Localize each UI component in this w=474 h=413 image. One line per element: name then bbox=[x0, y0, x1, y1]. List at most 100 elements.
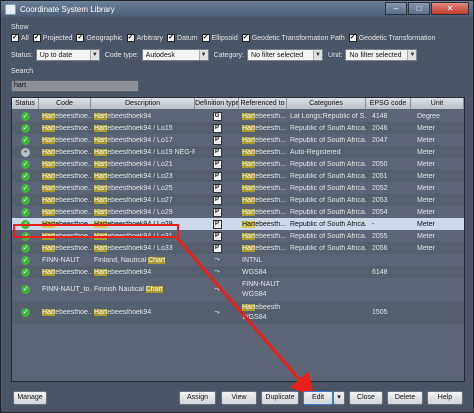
filter-checkbox-geodetic-transformation-path[interactable]: ✓ Geodetic Transformation Path bbox=[241, 34, 345, 42]
checkbox-icon[interactable]: ✓ bbox=[241, 34, 250, 42]
filter-checkbox-all[interactable]: ✓ All bbox=[11, 34, 29, 42]
filter-checkbox-ellipsoid[interactable]: ✓ Ellipsoid bbox=[201, 34, 238, 42]
epsg-cell: 2051 bbox=[366, 173, 411, 180]
edit-button[interactable]: Edit bbox=[303, 391, 333, 405]
code-text: ebeesthoe... bbox=[55, 160, 91, 168]
checkmark-icon: ✓ bbox=[21, 135, 30, 145]
coordinate-system-library-dialog: Coordinate System Library – □ ✕ Show ✓ Al… bbox=[0, 0, 474, 413]
epsg-cell: 2050 bbox=[366, 161, 411, 168]
table-row[interactable]: ✓ Hartebeesthoe... Hartebeesthoek94 / Lo23… bbox=[12, 170, 464, 182]
checkmark-icon: ✓ bbox=[21, 183, 30, 193]
table-row[interactable]: ✓ Hartebeesthoe... Hartebeesthoek94 ⤳ WGS84 6… bbox=[12, 266, 464, 278]
search-match: Hart bbox=[42, 309, 56, 316]
code-cell: Hartebeesthoe... bbox=[39, 112, 91, 120]
table-body: ✓ Hartebeesthoe... Hartebeesthoek94 G Harteb… bbox=[12, 110, 464, 324]
search-match: Hart bbox=[242, 244, 256, 252]
status-cell: ✓ bbox=[12, 183, 39, 193]
unit-text: Meter bbox=[417, 196, 435, 204]
close-window-button[interactable]: ✕ bbox=[431, 2, 469, 15]
table-row[interactable]: ✓ Hartebeesthoe... Hartebeesthoek94 / Lo25… bbox=[12, 182, 464, 194]
search-match: Hart bbox=[94, 268, 108, 276]
search-match: Chart bbox=[145, 286, 163, 293]
referenced-text: ebeesth... bbox=[255, 172, 286, 180]
edit-dropdown-button[interactable]: ▾ bbox=[333, 391, 345, 405]
checkmark-icon: ✓ bbox=[21, 308, 30, 317]
table-row[interactable]: ✓ Hartebeesthoe... Hartebeesthoek94 / Lo15… bbox=[12, 122, 464, 134]
table-row[interactable]: ✓ Hartebeesthoe... Hartebeesthoek94 / Lo29… bbox=[12, 206, 464, 218]
chevron-down-icon: ▼ bbox=[89, 50, 99, 60]
duplicate-button[interactable]: Duplicate bbox=[261, 391, 299, 405]
checkbox-icon[interactable]: ✓ bbox=[11, 34, 19, 42]
assign-button[interactable]: Assign bbox=[179, 391, 216, 405]
referenced-to-cell: Hartebeesth... bbox=[239, 172, 287, 180]
column-header-referenced-to[interactable]: Referenced to bbox=[239, 98, 287, 109]
code-text: ebeesthoe... bbox=[55, 136, 91, 144]
code-type-dropdown[interactable]: Autodesk ▼ bbox=[141, 49, 209, 61]
table-row[interactable]: ✓ Hartebeesthoe... Hartebeesthoek94 / Lo27… bbox=[12, 194, 464, 206]
epsg-text: 2056 bbox=[372, 244, 388, 252]
table-row[interactable]: ✓ FINN-NAUT_to... Finnish Nautical Chart ⤳ F… bbox=[12, 278, 464, 301]
checkbox-icon[interactable]: ✓ bbox=[201, 34, 210, 42]
view-button[interactable]: View bbox=[221, 391, 257, 405]
status-cell: ✓ bbox=[12, 195, 39, 205]
code-cell: Hartebeesthoe... bbox=[39, 160, 91, 168]
status-cell: ✓ bbox=[12, 207, 39, 217]
table-row[interactable]: ✓ Hartebeesthoe... Hartebeesthoek94 / Lo17… bbox=[12, 134, 464, 146]
checkbox-icon[interactable]: ✓ bbox=[32, 34, 41, 42]
status-dropdown[interactable]: Up to date ▼ bbox=[35, 49, 100, 61]
referenced-text: ebeesth... bbox=[255, 232, 286, 240]
transformation-icon: ⤳ bbox=[214, 256, 220, 263]
checkbox-icon[interactable]: ✓ bbox=[348, 34, 357, 42]
code-cell: Hartebeesthoe... bbox=[39, 309, 91, 316]
status-cell: ✓ bbox=[12, 308, 39, 317]
unit-cell: Meter bbox=[411, 125, 464, 132]
column-header-status[interactable]: Status bbox=[12, 98, 39, 109]
filter-checkbox-geographic[interactable]: ✓ Geographic bbox=[76, 34, 123, 42]
checkbox-icon[interactable]: ✓ bbox=[167, 34, 176, 42]
table-row[interactable]: ✓ FINN-NAUT Finland, Nautical Chart ⤳ INTNL bbox=[12, 254, 464, 266]
category-dropdown[interactable]: No filter selected ▼ bbox=[247, 49, 324, 61]
search-match: Hart bbox=[94, 208, 108, 216]
status-cell: ✓ bbox=[12, 171, 39, 181]
column-header-epsg-code[interactable]: EPSG code bbox=[366, 98, 411, 109]
epsg-cell: 4148 bbox=[366, 113, 411, 120]
table-row[interactable]: ✓ Hartebeesthoe... Hartebeesthoek94 G Harteb… bbox=[12, 110, 464, 122]
delete-button[interactable]: Delete bbox=[387, 391, 423, 405]
filter-checkbox-arbitrary[interactable]: ✓ Arbitrary bbox=[126, 34, 163, 42]
search-match: Hart bbox=[94, 196, 108, 204]
minimize-button[interactable]: – bbox=[385, 2, 407, 15]
column-header-unit[interactable]: Unit bbox=[411, 98, 464, 109]
status-cell: ✓ bbox=[12, 111, 39, 121]
search-match: Hart bbox=[242, 160, 256, 168]
search-input[interactable]: hart bbox=[11, 80, 139, 92]
maximize-button[interactable]: □ bbox=[408, 2, 430, 15]
column-header-categories[interactable]: Categories bbox=[287, 98, 366, 109]
checkbox-icon[interactable]: ✓ bbox=[76, 34, 85, 42]
help-button[interactable]: Help bbox=[427, 391, 463, 405]
table-row[interactable]: • Hartebeesthoe... Hartebeesthoek94 / Lo19… bbox=[12, 146, 464, 158]
table-row[interactable]: ✓ Hartebeesthoe... Hartebeesthoek94 ⤳ Harteb… bbox=[12, 301, 464, 324]
column-header-description[interactable]: Description bbox=[91, 98, 195, 109]
categories-text: Republic of South Africa... bbox=[290, 124, 366, 132]
manage-button[interactable]: Manage bbox=[13, 391, 47, 405]
column-header-code[interactable]: Code bbox=[39, 98, 91, 109]
column-header-definition-type[interactable]: Definition type bbox=[195, 98, 239, 109]
search-match: Hart bbox=[42, 196, 56, 204]
auto-registered-icon: • bbox=[21, 147, 30, 157]
filter-checkbox-projected[interactable]: ✓ Projected bbox=[32, 34, 72, 42]
definition-type-icon: P bbox=[212, 135, 222, 145]
table-row[interactable]: ✓ Hartebeesthoe... Hartebeesthoek94 / Lo33… bbox=[12, 242, 464, 254]
search-match: Hart bbox=[42, 172, 56, 180]
unit-dropdown[interactable]: No filter selected ▼ bbox=[345, 49, 418, 61]
table-row[interactable]: ✓ Hartebeesthoe... Hartebeesthoek94 / Lo21… bbox=[12, 158, 464, 170]
definition-type-cell: P bbox=[195, 123, 239, 133]
search-match: Hart bbox=[42, 244, 56, 252]
type-filter-row: ✓ All ✓ Projected ✓ Geographic ✓ Arbitrary ✓ Datu… bbox=[11, 34, 435, 42]
filter-checkbox-geodetic-transformation[interactable]: ✓ Geodetic Transformation bbox=[348, 34, 435, 42]
filter-checkbox-datum[interactable]: ✓ Datum bbox=[167, 34, 198, 42]
close-button[interactable]: Close bbox=[349, 391, 383, 405]
unit-text: Meter bbox=[417, 172, 435, 180]
checkbox-icon[interactable]: ✓ bbox=[126, 34, 135, 42]
description-cell: Hartebeesthoek94 / Lo23 bbox=[91, 172, 195, 180]
referenced-to-cell: Hartebeesth... bbox=[239, 208, 287, 216]
